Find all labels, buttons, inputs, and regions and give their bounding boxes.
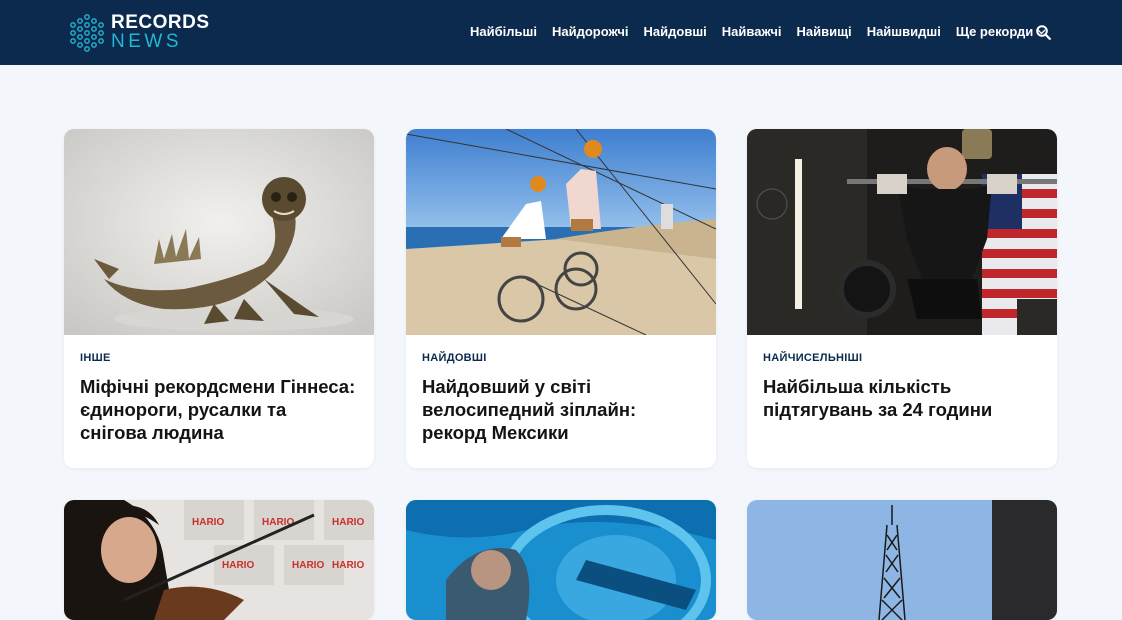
article-card[interactable]: HARIO HARIO HARIO HARIO HARIO HARIO (64, 500, 374, 620)
article-category[interactable]: Інше (80, 352, 358, 364)
hexagon-dots-logo-icon (70, 14, 104, 52)
svg-text:HARIO: HARIO (222, 560, 254, 571)
article-card[interactable] (406, 500, 716, 620)
article-image-tower[interactable] (747, 500, 1057, 620)
article-image-violin[interactable]: HARIO HARIO HARIO HARIO HARIO HARIO (64, 500, 374, 620)
nav-item-fastest[interactable]: Найшвидші (867, 24, 941, 39)
article-card[interactable]: Найчисельніші Найбільша кількість підтяг… (747, 129, 1057, 468)
article-image-zipline[interactable] (406, 129, 716, 335)
article-image-pullups[interactable] (747, 129, 1057, 335)
svg-text:HARIO: HARIO (332, 517, 364, 528)
article-card[interactable] (747, 500, 1057, 620)
nav-item-tallest[interactable]: Найвищі (797, 24, 852, 39)
nav-item-more-records[interactable]: Ще рекорди (956, 24, 1046, 39)
article-category[interactable]: Найчисельніші (763, 352, 1041, 364)
logo-text-records: RECORDS (111, 12, 210, 33)
article-category[interactable]: Найдовші (422, 352, 700, 364)
article-image-mermaid[interactable] (64, 129, 374, 335)
nav-item-longest[interactable]: Найдовші (644, 24, 707, 39)
article-title[interactable]: Міфічні рекордсмени Гіннеса: єдинороги, … (80, 375, 358, 444)
article-title[interactable]: Найбільша кількість підтягувань за 24 го… (763, 375, 1041, 421)
main-nav: Найбільші Найдорожчі Найдовші Найважчі Н… (470, 24, 1061, 39)
nav-item-most-expensive[interactable]: Найдорожчі (552, 24, 629, 39)
svg-text:HARIO: HARIO (292, 560, 324, 571)
article-image-underwater[interactable] (406, 500, 716, 620)
nav-item-biggest[interactable]: Найбільші (470, 24, 537, 39)
nav-item-more-label: Ще рекорди (955, 24, 1034, 39)
article-title[interactable]: Найдовший у світі велосипедний зіплайн: … (422, 375, 700, 444)
article-card[interactable]: Інше Міфічні рекордсмени Гіннеса: єдинор… (64, 129, 374, 468)
site-header: RECORDS NEWS Найбільші Найдорожчі Найдов… (0, 0, 1122, 65)
logo-text-news: NEWS (111, 31, 182, 52)
svg-text:HARIO: HARIO (332, 560, 364, 571)
search-icon[interactable] (1036, 25, 1051, 40)
nav-item-heaviest[interactable]: Найважчі (722, 24, 782, 39)
article-card[interactable]: Найдовші Найдовший у світі велосипедний … (406, 129, 716, 468)
svg-text:HARIO: HARIO (192, 517, 224, 528)
site-logo[interactable]: RECORDS NEWS (68, 12, 210, 52)
